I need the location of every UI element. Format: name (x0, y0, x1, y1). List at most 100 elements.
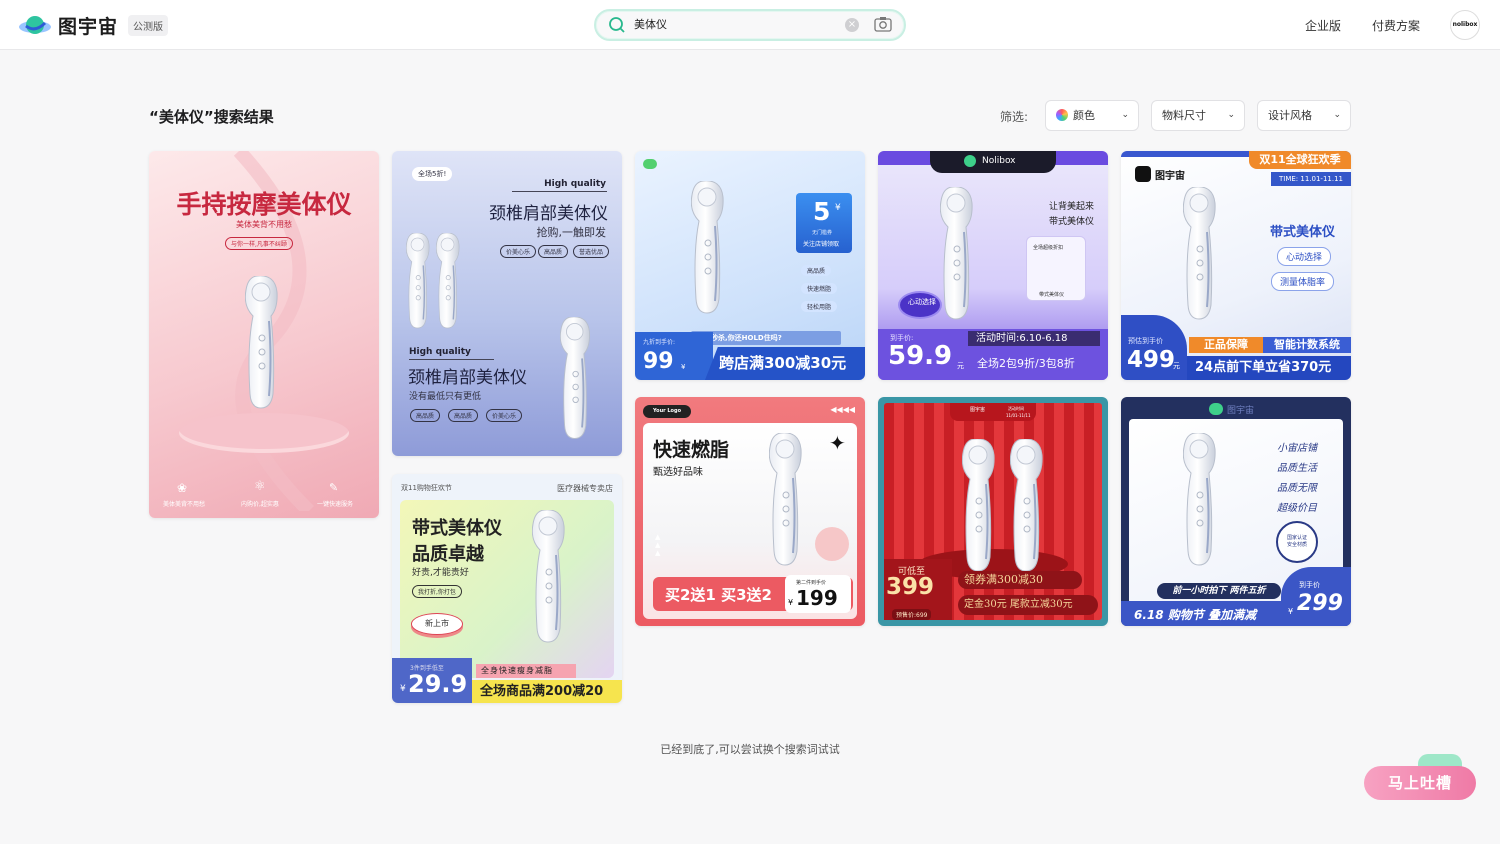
guarantee-tag: 正品保障 (1189, 337, 1263, 353)
card-subtitle: 美体美背不用愁 (236, 220, 292, 229)
card-title: 颈椎肩部美体仪 (408, 368, 527, 388)
card-pill: 与你一样,凡事不纠颐 (225, 237, 293, 250)
product-podium (179, 413, 349, 453)
price: 199 (796, 586, 838, 610)
event-time: 活动时间:6.10-6.18 (968, 331, 1100, 346)
template-card-fat-burning[interactable]: Your Logo ◀◀◀◀ 快速燃脂 甄选好品味 ✦ ▲ ▲ ▲ 买2送1 买3送… (635, 397, 865, 626)
filter-style-label: 设计风格 (1268, 109, 1312, 122)
filter-color-dropdown[interactable]: 颜色 ⌄ (1045, 100, 1139, 131)
logo-label: 图宇宙 (970, 407, 986, 413)
template-card-presale-red[interactable]: 图宇宙 活动时间 11/01-11/11 可低至 399 预售价:699 领券满… (878, 397, 1108, 626)
promo-banner: 全场秒杀,你还HOLD住吗? (691, 331, 841, 345)
feature-label: 内购价,超实惠 (241, 501, 279, 508)
price: 399 (886, 574, 935, 600)
massager-device-image (1183, 433, 1217, 566)
template-card-handheld-massager[interactable]: 手持按摩美体仪 美体美背不用愁 与你一样,凡事不纠颐 ❀ ⚛ ✎ 美体美背不用愁… (149, 151, 379, 518)
search-bar[interactable]: × (594, 9, 906, 41)
triangles-icon: ▲ ▲ ▲ (655, 533, 661, 557)
event-badge: 双11全球狂欢季 (1249, 151, 1351, 169)
search-input[interactable] (634, 17, 834, 30)
mini-card-text: 带式美体仪 (1039, 292, 1065, 298)
coupon-text: 无门槛券 (812, 230, 833, 236)
chevron-down-icon: ⌄ (1121, 110, 1129, 120)
massager-device-image (1010, 439, 1044, 572)
original-price: 预售价:699 (892, 609, 932, 620)
card-subtitle: 抢购,一触即发 (536, 226, 607, 239)
beta-badge: 公测版 (128, 15, 169, 36)
avatar[interactable]: nolibox (1450, 10, 1480, 40)
price-label: 九折到手价: (643, 339, 676, 346)
tag: 轻松用脂 (801, 301, 838, 312)
discount-badge: 全场5折! (412, 167, 453, 181)
card-title: 带式美体仪 (412, 518, 502, 539)
currency: ¥ (788, 598, 794, 607)
promo-banner: 全场商品满200减20 (472, 680, 622, 703)
choice-badge: 心动选择 (898, 291, 942, 319)
card-subtitle: 甄选好品味 (653, 467, 703, 478)
divider (512, 191, 607, 192)
filter-color-label: 颜色 (1073, 109, 1095, 122)
template-card-nolibox-belt[interactable]: Nolibox 让背美起来 带式美体仪 全场超级折扣 带式美体仪 心动选择 到手… (878, 151, 1108, 380)
promo-banner: 24点前下单立省370元 (1187, 356, 1351, 380)
card-subtitle: 没有最低只有更低 (409, 392, 482, 402)
coupon-value: 5 (813, 197, 831, 226)
brand-name: 图宇宙 (1155, 171, 1185, 182)
store-category: 医疗器械专卖店 (557, 484, 613, 493)
filter-size-dropdown[interactable]: 物料尺寸 ⌄ (1151, 100, 1245, 131)
tag: 测量体脂率 (1271, 272, 1335, 291)
planet-logo-icon (18, 13, 52, 39)
molecule-icon: ⚛ (254, 479, 266, 494)
template-card-neck-shoulder[interactable]: 全场5折! High quality 颈椎肩部美体仪 抢购,一触即发 价美心乐 … (392, 151, 622, 456)
brand-logo-icon (1135, 166, 1151, 182)
price-label: 到手价 (1299, 581, 1320, 589)
camera-icon[interactable] (874, 16, 892, 36)
feature-label: 美体美背不用愁 (163, 501, 206, 508)
top-header: 图宇宙 公测版 × 企业版 付费方案 nolibox (0, 0, 1500, 50)
promo-text: 买2送1 买3送2 (665, 586, 772, 604)
template-card-cross-store-offer[interactable]: 5 ¥ 无门槛券 关注店铺领取 高品质 快速燃脂 轻松用脂 全场秒杀,你还HOL… (635, 151, 865, 380)
template-card-double11-belt[interactable]: 图宇宙 双11全球狂欢季 TIME: 11.01-11.11 带式美体仪 心动选… (1121, 151, 1351, 380)
template-card-belt-massager-green[interactable]: 双11购物狂欢节 医疗器械专卖店 带式美体仪 品质卓越 好贵,才能贵好 我打折,… (392, 474, 622, 703)
time-label: 活动时间 (1008, 406, 1024, 411)
chevron-down-icon: ⌄ (1227, 110, 1235, 120)
nav-pricing[interactable]: 付费方案 (1372, 17, 1420, 34)
close-circle-icon[interactable]: × (845, 18, 859, 32)
card-subtitle: 带式美体仪 (1048, 217, 1094, 227)
tag: 誉选优品 (573, 245, 610, 258)
card-title: 快速燃脂 (653, 439, 730, 461)
arrows-icon: ◀◀◀◀ (830, 405, 855, 414)
promo-text: 全场2包9折/3包8折 (977, 357, 1075, 370)
unit: 元 (957, 362, 964, 370)
brand-name: Nolibox (982, 156, 1016, 166)
filter-label: 筛选: (1000, 110, 1029, 124)
time-value: 11/01-11/11 (1006, 413, 1031, 418)
nav-enterprise[interactable]: 企业版 (1305, 17, 1341, 34)
page-title: “美体仪”搜索结果 (149, 108, 274, 126)
filter-style-dropdown[interactable]: 设计风格 ⌄ (1257, 100, 1351, 131)
card-title: 让背美起来 (1048, 202, 1094, 212)
brand-logo[interactable]: 图宇宙 公测版 (18, 12, 169, 39)
deposit-text: 定金30元 尾款立减30元 (958, 595, 1098, 615)
new-arrival-badge: 新上市 (411, 613, 463, 635)
promo-banner: 前一小时拍下 两件五折 (1157, 583, 1281, 599)
price: 299 (1297, 591, 1343, 616)
event-time: TIME: 11.01-11.11 (1271, 172, 1351, 186)
massager-device-image (245, 276, 279, 409)
card-title: 带式美体仪 (1269, 225, 1335, 240)
feedback-button[interactable]: 马上吐槽 (1364, 766, 1476, 800)
card-title-2: 品质卓越 (412, 544, 484, 565)
price: 499 (1127, 347, 1176, 373)
certification-seal: 国家认证 安全材质 (1276, 521, 1318, 563)
unit: 元 (1173, 362, 1180, 370)
quality-label: High quality (544, 179, 606, 189)
brand-name: 图宇宙 (58, 16, 119, 38)
tag: 价美心乐 (500, 245, 537, 258)
card-title: 手持按摩美体仪 (176, 190, 352, 219)
template-card-618-festival[interactable]: 图宇宙 小宙店铺 品质生活 品质无限 超级价目 国家认证 安全材质 前一小时拍下… (1121, 397, 1351, 626)
card-subtitle: 好贵,才能贵好 (412, 568, 469, 578)
massager-device-image (769, 433, 803, 566)
promo-main: 跨店满300减30元 (705, 347, 865, 380)
brand-name: 图宇宙 (1227, 406, 1255, 416)
mini-card-text: 全场超级折扣 (1033, 245, 1064, 251)
event-label: 双11购物狂欢节 (401, 484, 452, 492)
